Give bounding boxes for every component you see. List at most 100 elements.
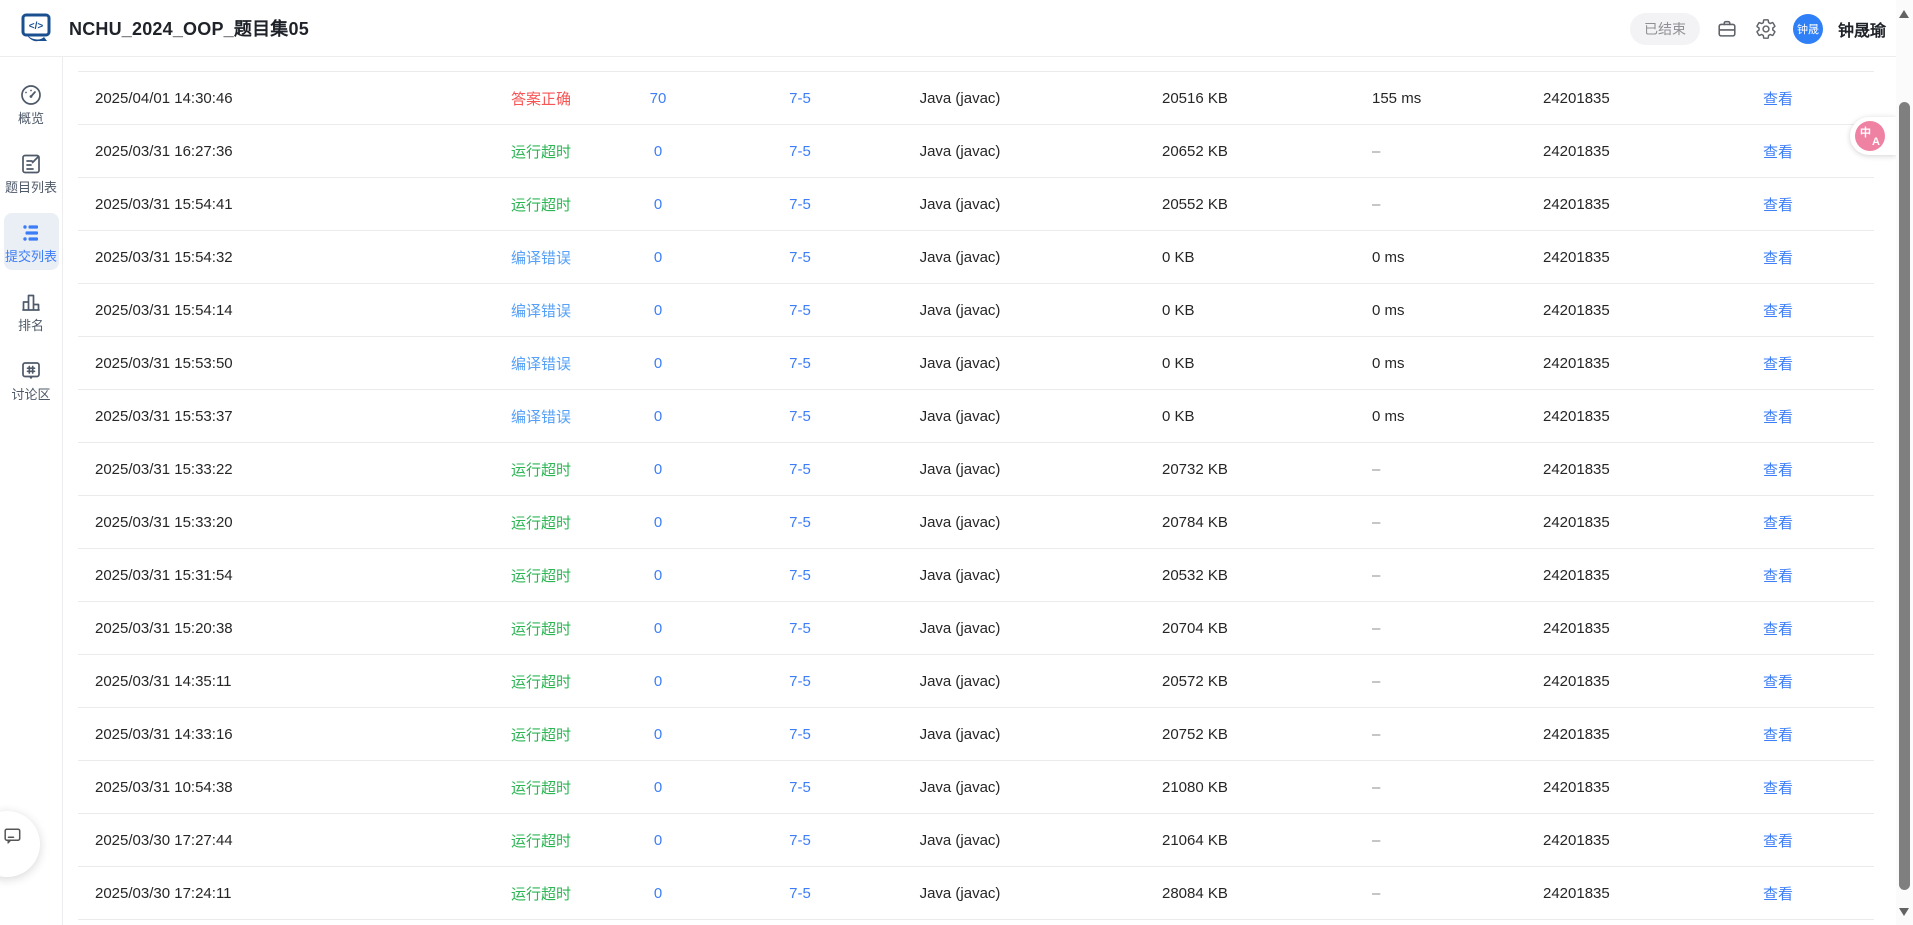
status-label: 编译错误 <box>510 355 571 373</box>
table-row: 2025/03/31 15:20:38 运行超时 0 7-5 Java (jav… <box>78 601 1874 654</box>
scrollbar-thumb[interactable] <box>1899 102 1910 890</box>
table-row: 2025/03/31 15:54:14 编译错误 0 7-5 Java (jav… <box>78 283 1874 336</box>
status-badge: 已结束 <box>1629 12 1700 45</box>
status-label: 运行超时 <box>510 620 571 638</box>
view-link[interactable]: 查看 <box>1682 512 1874 533</box>
problem-link[interactable]: 7-5 <box>702 408 898 425</box>
view-link[interactable]: 查看 <box>1682 194 1874 215</box>
view-link[interactable]: 查看 <box>1682 406 1874 427</box>
submission-time: 2025/03/31 15:54:32 <box>95 248 233 266</box>
status-label: 运行超时 <box>510 461 571 479</box>
score-link[interactable]: 0 <box>614 779 702 796</box>
status-label: 运行超时 <box>510 832 571 850</box>
view-link[interactable]: 查看 <box>1682 247 1874 268</box>
view-link[interactable]: 查看 <box>1682 883 1874 904</box>
memory-value: 20652 KB <box>1162 142 1228 160</box>
score-link[interactable]: 0 <box>614 673 702 690</box>
score-link[interactable]: 0 <box>614 196 702 213</box>
view-link[interactable]: 查看 <box>1682 777 1874 798</box>
score-link[interactable]: 0 <box>614 461 702 478</box>
submission-time: 2025/03/31 10:54:38 <box>95 778 233 796</box>
view-link[interactable]: 查看 <box>1682 724 1874 745</box>
status-label: 运行超时 <box>510 779 571 797</box>
score-link[interactable]: 0 <box>614 620 702 637</box>
compiler-label: Java (javac) <box>919 778 1001 796</box>
score-link[interactable]: 0 <box>614 885 702 902</box>
problem-link[interactable]: 7-5 <box>702 832 898 849</box>
problem-list-icon <box>22 154 40 174</box>
score-link[interactable]: 0 <box>614 249 702 266</box>
view-link[interactable]: 查看 <box>1682 300 1874 321</box>
status-label: 运行超时 <box>510 143 571 161</box>
user-id: 24201835 <box>1543 407 1610 425</box>
problem-link[interactable]: 7-5 <box>702 567 898 584</box>
submission-time: 2025/03/31 15:54:41 <box>95 195 233 213</box>
score-link[interactable]: 0 <box>614 355 702 372</box>
problem-link[interactable]: 7-5 <box>702 249 898 266</box>
time-cost-value: – <box>1372 884 1381 902</box>
problem-link[interactable]: 7-5 <box>702 779 898 796</box>
gear-icon[interactable] <box>1754 17 1778 41</box>
scroll-up-arrow-icon[interactable] <box>1899 10 1909 18</box>
score-link[interactable]: 0 <box>614 302 702 319</box>
table-row: 2025/03/31 15:31:54 运行超时 0 7-5 Java (jav… <box>78 548 1874 601</box>
top-header-bar: </> NCHU_2024_OOP_题目集05 已结束 钟晟 钟晟瑜 <box>0 0 1913 57</box>
score-link[interactable]: 0 <box>614 514 702 531</box>
view-link[interactable]: 查看 <box>1682 353 1874 374</box>
problem-link[interactable]: 7-5 <box>702 196 898 213</box>
discussion-icon <box>22 362 40 379</box>
time-cost-value: 0 ms <box>1372 248 1405 266</box>
view-link[interactable]: 查看 <box>1682 88 1874 109</box>
avatar[interactable]: 钟晟 <box>1792 13 1823 44</box>
score-link[interactable]: 0 <box>614 408 702 425</box>
problem-link[interactable]: 7-5 <box>702 461 898 478</box>
problem-link[interactable]: 7-5 <box>702 302 898 319</box>
score-link[interactable]: 0 <box>614 832 702 849</box>
view-link[interactable]: 查看 <box>1682 671 1874 692</box>
sidebar-item-ranking[interactable]: 排名 <box>4 282 59 339</box>
problem-link[interactable]: 7-5 <box>702 885 898 902</box>
score-link[interactable]: 0 <box>614 726 702 743</box>
score-link[interactable]: 0 <box>614 143 702 160</box>
user-id: 24201835 <box>1543 460 1610 478</box>
translate-extension-button[interactable]: 中 A <box>1850 117 1896 155</box>
table-row: 2025/03/31 15:53:37 编译错误 0 7-5 Java (jav… <box>78 389 1874 442</box>
score-link[interactable]: 70 <box>614 90 702 107</box>
status-label: 运行超时 <box>510 673 571 691</box>
view-link[interactable]: 查看 <box>1682 565 1874 586</box>
sidebar-item-discussion[interactable]: 讨论区 <box>4 351 59 408</box>
status-label: 运行超时 <box>510 514 571 532</box>
memory-value: 20784 KB <box>1162 513 1228 531</box>
view-link[interactable]: 查看 <box>1682 618 1874 639</box>
submission-list-icon <box>23 225 38 241</box>
problem-link[interactable]: 7-5 <box>702 620 898 637</box>
sidebar-item-problem-list[interactable]: 题目列表 <box>4 144 59 201</box>
view-link[interactable]: 查看 <box>1682 830 1874 851</box>
compiler-label: Java (javac) <box>919 301 1001 319</box>
problem-link[interactable]: 7-5 <box>702 90 898 107</box>
memory-value: 20704 KB <box>1162 619 1228 637</box>
view-link[interactable]: 查看 <box>1682 141 1874 162</box>
memory-value: 20572 KB <box>1162 672 1228 690</box>
user-id: 24201835 <box>1543 248 1610 266</box>
ranking-icon <box>22 294 40 311</box>
problem-link[interactable]: 7-5 <box>702 143 898 160</box>
problem-link[interactable]: 7-5 <box>702 355 898 372</box>
problem-link[interactable]: 7-5 <box>702 673 898 690</box>
sidebar-item-overview[interactable]: 概览 <box>4 75 59 132</box>
submission-time: 2025/03/31 15:20:38 <box>95 619 233 637</box>
problem-link[interactable]: 7-5 <box>702 726 898 743</box>
clipboard-icon[interactable] <box>1715 17 1739 41</box>
view-link[interactable]: 查看 <box>1682 459 1874 480</box>
status-label: 运行超时 <box>510 885 571 903</box>
scroll-down-arrow-icon[interactable] <box>1899 908 1909 916</box>
score-link[interactable]: 0 <box>614 567 702 584</box>
memory-value: 20752 KB <box>1162 725 1228 743</box>
time-cost-value: – <box>1372 513 1381 531</box>
table-row: 2025/03/31 14:35:11 运行超时 0 7-5 Java (jav… <box>78 654 1874 707</box>
table-row: 2025/03/31 14:33:16 运行超时 0 7-5 Java (jav… <box>78 707 1874 760</box>
status-label: 编译错误 <box>510 302 571 320</box>
compiler-label: Java (javac) <box>919 248 1001 266</box>
problem-link[interactable]: 7-5 <box>702 514 898 531</box>
sidebar-item-submission-list[interactable]: 提交列表 <box>3 213 59 270</box>
